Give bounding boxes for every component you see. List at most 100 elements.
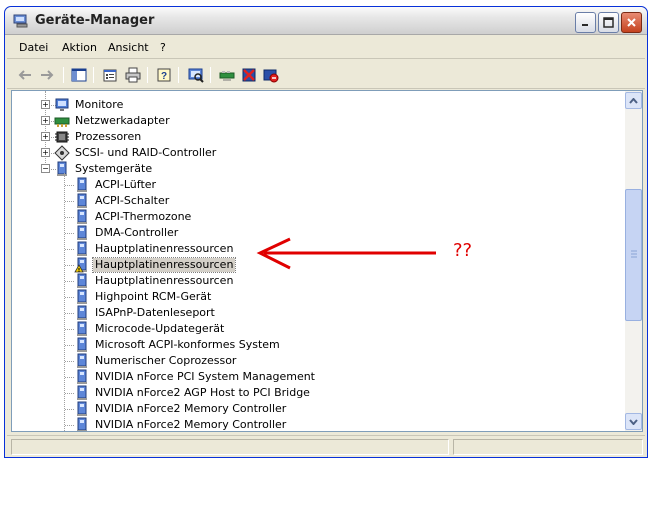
collapse-toggle[interactable]: − xyxy=(41,164,50,173)
system-device-icon xyxy=(74,193,90,209)
tree-category-label: SCSI- und RAID-Controller xyxy=(75,146,217,159)
tree-connector-line xyxy=(65,265,74,266)
scroll-thumb[interactable] xyxy=(625,189,642,321)
toolbar-separator xyxy=(147,67,148,83)
tree-device-item[interactable]: Hauptplatinenressourcen xyxy=(74,273,235,289)
expand-toggle[interactable]: + xyxy=(41,148,50,157)
tree-category-item[interactable]: Netzwerkadapter xyxy=(54,113,172,129)
toolbar-separator xyxy=(63,67,64,83)
menu-ansicht[interactable]: Ansicht xyxy=(108,41,149,54)
scroll-up-button[interactable] xyxy=(625,92,642,109)
title-bar[interactable]: Geräte-Manager xyxy=(5,7,647,35)
menu-bar: Datei Aktion Ansicht ? xyxy=(7,37,645,59)
tree-category-label: Systemgeräte xyxy=(75,162,153,175)
system-device-icon xyxy=(74,273,90,289)
help-icon[interactable]: ? xyxy=(155,66,173,84)
tree-device-item[interactable]: Highpoint RCM-Gerät xyxy=(74,289,213,305)
scsi-controller-icon xyxy=(54,145,70,161)
scroll-grip-icon xyxy=(631,250,637,258)
tree-device-item[interactable]: ACPI-Schalter xyxy=(74,193,171,209)
tree-device-item[interactable]: Hauptplatinenressourcen xyxy=(74,241,235,257)
maximize-button[interactable] xyxy=(598,12,619,33)
tree-device-item[interactable]: Numerischer Coprozessor xyxy=(74,353,238,369)
window-title: Geräte-Manager xyxy=(35,13,155,28)
status-panel-main xyxy=(11,439,449,455)
tree-device-item[interactable]: Microcode-Updategerät xyxy=(74,321,226,337)
tree-device-item[interactable]: NVIDIA nForce2 Memory Controller xyxy=(74,417,288,431)
menu-datei[interactable]: Datei xyxy=(19,41,48,54)
expand-toggle[interactable]: + xyxy=(41,132,50,141)
monitor-icon xyxy=(54,97,70,113)
system-device-icon xyxy=(74,337,90,353)
tree-category-item[interactable]: SCSI- und RAID-Controller xyxy=(54,145,218,161)
tree-category-label: Netzwerkadapter xyxy=(75,114,170,127)
properties-icon[interactable] xyxy=(101,66,119,84)
close-icon xyxy=(627,18,636,27)
disable-icon[interactable] xyxy=(262,66,280,84)
tree-category-item[interactable]: Systemgeräte xyxy=(54,161,154,177)
tree-device-label: Hauptplatinenressourcen xyxy=(95,242,234,255)
tree-device-item[interactable]: ISAPnP-Datenleseport xyxy=(74,305,217,321)
tree-device-item[interactable]: Hauptplatinenressourcen xyxy=(74,257,237,273)
tree-connector-line xyxy=(65,393,74,394)
back-arrow-icon[interactable] xyxy=(16,66,34,84)
tree-device-item[interactable]: NVIDIA nForce2 AGP Host to PCI Bridge xyxy=(74,385,312,401)
network-adapter-icon xyxy=(54,113,70,129)
update-driver-icon[interactable] xyxy=(218,66,236,84)
chevron-up-icon xyxy=(629,97,638,104)
system-device-icon xyxy=(74,241,90,257)
menu-help[interactable]: ? xyxy=(160,41,166,54)
tree-category-label: Prozessoren xyxy=(75,130,142,143)
system-device-icon xyxy=(74,177,90,193)
toolbar-separator xyxy=(178,67,179,83)
svg-text:?: ? xyxy=(161,71,167,82)
toolbar: ? xyxy=(7,61,645,89)
minimize-icon xyxy=(582,24,588,26)
chevron-down-icon xyxy=(629,418,638,425)
print-icon[interactable] xyxy=(124,66,142,84)
show-hide-console-tree-icon[interactable] xyxy=(70,66,88,84)
tree-connector-line xyxy=(65,249,74,250)
vertical-scrollbar[interactable] xyxy=(625,91,642,431)
tree-device-label-selected: Hauptplatinenressourcen xyxy=(91,257,237,273)
tree-device-item[interactable]: DMA-Controller xyxy=(74,225,180,241)
tree-device-label: ACPI-Lüfter xyxy=(95,178,157,191)
tree-connector-line xyxy=(65,345,74,346)
scroll-down-button[interactable] xyxy=(625,413,642,430)
tree-category-item[interactable]: Monitore xyxy=(54,97,125,113)
system-device-icon xyxy=(74,321,90,337)
tree-device-label: Highpoint RCM-Gerät xyxy=(95,290,212,303)
tree-device-item[interactable]: NVIDIA nForce2 Memory Controller xyxy=(74,401,288,417)
tree-connector-line xyxy=(65,425,74,426)
tree-connector-line xyxy=(65,409,74,410)
tree-device-label: ACPI-Schalter xyxy=(95,194,170,207)
system-device-icon xyxy=(74,385,90,401)
expand-toggle[interactable]: + xyxy=(41,116,50,125)
system-device-icon xyxy=(74,353,90,369)
tree-device-label: NVIDIA nForce PCI System Management xyxy=(95,370,315,383)
scan-hardware-icon[interactable] xyxy=(187,66,205,84)
uninstall-icon[interactable] xyxy=(240,66,258,84)
tree-category-label: Monitore xyxy=(75,98,124,111)
tree-device-label: ISAPnP-Datenleseport xyxy=(95,306,215,319)
expand-toggle[interactable]: + xyxy=(41,100,50,109)
forward-arrow-icon[interactable] xyxy=(38,66,56,84)
tree-connector-line xyxy=(65,361,74,362)
minimize-button[interactable] xyxy=(575,12,596,33)
tree-connector-line xyxy=(65,281,74,282)
computer-management-icon xyxy=(13,14,28,28)
system-device-icon xyxy=(74,225,90,241)
tree-device-item[interactable]: ACPI-Thermozone xyxy=(74,209,193,225)
tree-connector-line xyxy=(65,217,74,218)
tree-category-item[interactable]: Prozessoren xyxy=(54,129,143,145)
tree-connector-line xyxy=(65,297,74,298)
close-button[interactable] xyxy=(621,12,642,33)
tree-connector-line xyxy=(65,201,74,202)
tree-device-item[interactable]: Microsoft ACPI-konformes System xyxy=(74,337,282,353)
menu-aktion[interactable]: Aktion xyxy=(62,41,97,54)
tree-device-item[interactable]: ACPI-Lüfter xyxy=(74,177,158,193)
tree-connector-line xyxy=(65,185,74,186)
system-device-icon xyxy=(74,417,90,431)
tree-device-item[interactable]: NVIDIA nForce PCI System Management xyxy=(74,369,317,385)
tree-connector-line xyxy=(65,313,74,314)
